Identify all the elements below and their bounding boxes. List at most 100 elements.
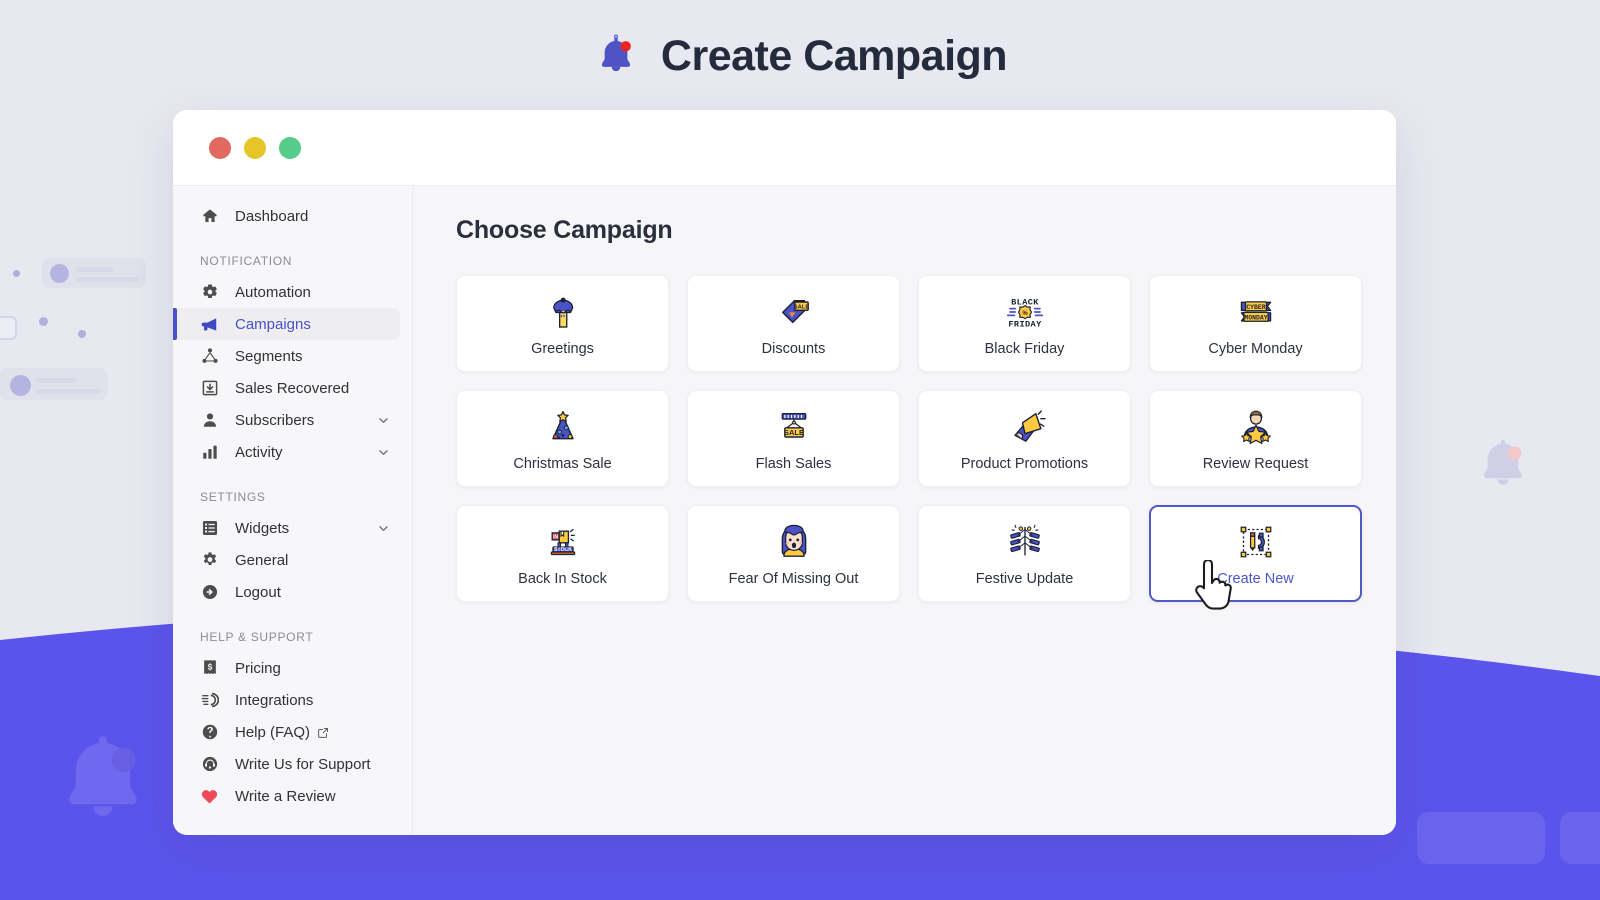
person-icon xyxy=(200,411,219,430)
svg-text:IN: IN xyxy=(553,534,558,540)
sidebar-section-title: HELP & SUPPORT xyxy=(200,630,314,644)
sidebar-item-pricing[interactable]: Pricing xyxy=(173,652,400,684)
headset-icon xyxy=(200,755,219,774)
sidebar-item-sales-recovered[interactable]: Sales Recovered xyxy=(173,372,400,404)
christmas-tree-icon xyxy=(542,406,584,448)
campaign-card-greetings[interactable]: Greetings xyxy=(456,275,669,372)
campaign-card-festive-update[interactable]: Festive Update xyxy=(918,505,1131,602)
sidebar-item-label: Integrations xyxy=(235,691,314,709)
sale-tag-icon: SALE xyxy=(773,291,815,333)
sidebar-item-label: Widgets xyxy=(235,519,290,537)
question-circle-icon xyxy=(200,723,219,742)
sidebar-item-segments[interactable]: Segments xyxy=(173,340,400,372)
cyber-monday-icon: CYBER MONDAY xyxy=(1235,291,1277,333)
window-minimize-button[interactable] xyxy=(244,136,266,159)
page-title: Create Campaign xyxy=(660,31,1008,80)
svg-text:MONDAY: MONDAY xyxy=(1244,314,1267,321)
sidebar-item-campaigns[interactable]: Campaigns xyxy=(173,308,400,340)
decor-notification-card xyxy=(42,258,146,288)
sidebar-item-subscribers[interactable]: Subscribers xyxy=(173,404,400,436)
arrow-right-circle-icon xyxy=(200,583,219,602)
sidebar-item-write-a-review[interactable]: Write a Review xyxy=(173,780,400,812)
chevron-down-icon[interactable] xyxy=(377,414,390,427)
sidebar: Dashboard NOTIFICATION Automation Campaigns… xyxy=(173,186,413,835)
sidebar-item-integrations[interactable]: Integrations xyxy=(173,684,400,716)
sidebar-item-activity[interactable]: Activity xyxy=(173,436,400,468)
svg-text:SALE: SALE xyxy=(783,427,803,436)
sidebar-item-write-us-for-support[interactable]: Write Us for Support xyxy=(173,748,400,780)
sidebar-item-label: Segments xyxy=(235,347,303,365)
svg-text:FRIDAY: FRIDAY xyxy=(1008,319,1042,329)
external-link-icon[interactable] xyxy=(317,727,329,739)
sidebar-item-logout[interactable]: Logout xyxy=(173,576,400,608)
decor-pill xyxy=(1560,812,1600,864)
campaign-card-grid: Greetings SALE Discounts BLACK FRIDAY% Black … xyxy=(456,275,1396,602)
campaign-card-back-in-stock[interactable]: IN STOCK Back In Stock xyxy=(456,505,669,602)
sidebar-item-dashboard[interactable]: Dashboard xyxy=(173,200,400,232)
svg-text:CYBER: CYBER xyxy=(1246,303,1265,310)
campaign-card-label: Black Friday xyxy=(984,340,1065,357)
sidebar-section-title: SETTINGS xyxy=(200,490,266,504)
decor-outline-card xyxy=(0,316,17,340)
sidebar-item-help-faq[interactable]: Help (FAQ) xyxy=(173,716,400,748)
page-heading: Choose Campaign xyxy=(456,216,673,244)
campaign-card-cyber-monday[interactable]: CYBER MONDAY Cyber Monday xyxy=(1149,275,1362,372)
window-maximize-button[interactable] xyxy=(279,136,301,159)
campaign-card-black-friday[interactable]: BLACK FRIDAY% Black Friday xyxy=(918,275,1131,372)
campaign-card-christmas-sale[interactable]: Christmas Sale xyxy=(456,390,669,487)
campaign-card-label: Greetings xyxy=(531,340,594,357)
sidebar-item-label: Subscribers xyxy=(235,411,315,429)
sidebar-item-general[interactable]: General xyxy=(173,544,400,576)
segments-icon xyxy=(200,347,219,366)
window-body: Dashboard NOTIFICATION Automation Campaigns… xyxy=(173,185,1396,835)
sidebar-item-label: Pricing xyxy=(235,659,281,677)
home-icon xyxy=(200,207,219,226)
in-stock-box-icon: IN STOCK xyxy=(542,521,584,563)
campaign-card-discounts[interactable]: SALE Discounts xyxy=(687,275,900,372)
sidebar-item-label: Write Us for Support xyxy=(235,755,371,773)
download-box-icon xyxy=(200,379,219,398)
review-stars-icon xyxy=(1235,406,1277,448)
sidebar-item-label: Logout xyxy=(235,583,281,601)
integrations-icon xyxy=(200,691,219,710)
black-friday-icon: BLACK FRIDAY% xyxy=(1004,291,1046,333)
campaign-card-create-new[interactable]: Create New xyxy=(1149,505,1362,602)
campaign-card-label: Product Promotions xyxy=(960,455,1089,472)
campaign-card-flash-sales[interactable]: SALE Flash Sales xyxy=(687,390,900,487)
sidebar-item-label: Dashboard xyxy=(235,207,309,225)
svg-text:SALE: SALE xyxy=(793,304,809,310)
fireworks-icon xyxy=(1004,521,1046,563)
sidebar-item-label: Activity xyxy=(235,443,283,461)
sidebar-item-automation[interactable]: Automation xyxy=(173,276,400,308)
campaign-card-label: Flash Sales xyxy=(755,455,832,472)
greetings-icon xyxy=(542,291,584,333)
chevron-down-icon[interactable] xyxy=(377,522,390,535)
bell-icon xyxy=(601,34,631,72)
decor-dot xyxy=(78,330,86,338)
megaphone-hand-icon xyxy=(1004,406,1046,448)
decor-pill xyxy=(1417,812,1545,864)
window-close-button[interactable] xyxy=(209,136,231,159)
campaign-card-fear-of-missing-out[interactable]: Fear Of Missing Out xyxy=(687,505,900,602)
campaign-card-label: Review Request xyxy=(1202,455,1309,472)
sidebar-item-label: Automation xyxy=(235,283,311,301)
campaign-card-label: Back In Stock xyxy=(518,570,607,587)
window-titlebar xyxy=(173,110,1396,185)
sidebar-item-widgets[interactable]: Widgets xyxy=(173,512,400,544)
gear-icon xyxy=(200,551,219,570)
campaign-card-review-request[interactable]: Review Request xyxy=(1149,390,1362,487)
bar-chart-icon xyxy=(200,443,219,462)
megaphone-icon xyxy=(200,315,219,334)
list-box-icon xyxy=(200,519,219,538)
campaign-card-product-promotions[interactable]: Product Promotions xyxy=(918,390,1131,487)
campaign-card-label: Cyber Monday xyxy=(1208,340,1303,357)
sale-shop-icon: SALE xyxy=(773,406,815,448)
create-new-icon xyxy=(1235,521,1277,563)
chevron-down-icon[interactable] xyxy=(377,446,390,459)
decor-notification-card xyxy=(0,368,108,400)
sidebar-item-label: Write a Review xyxy=(235,787,336,805)
main-content: Choose Campaign Greetings SALE Discounts BL… xyxy=(413,186,1396,835)
sidebar-item-label: Campaigns xyxy=(235,315,311,333)
decor-bell-icon xyxy=(1483,439,1523,485)
page-header: Create Campaign xyxy=(0,0,1600,112)
